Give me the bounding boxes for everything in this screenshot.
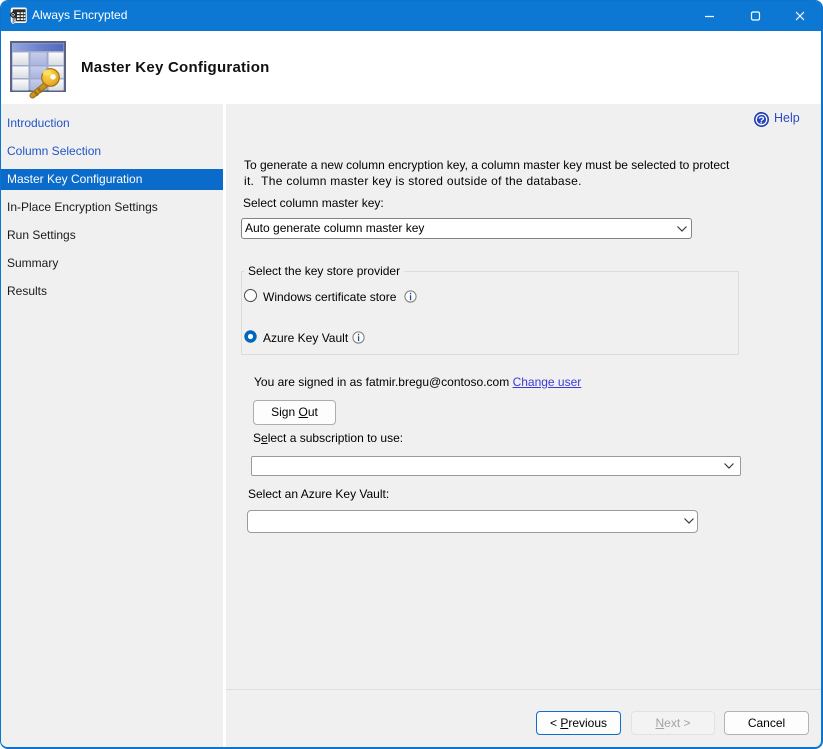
svg-text:?: ? [758,114,764,126]
